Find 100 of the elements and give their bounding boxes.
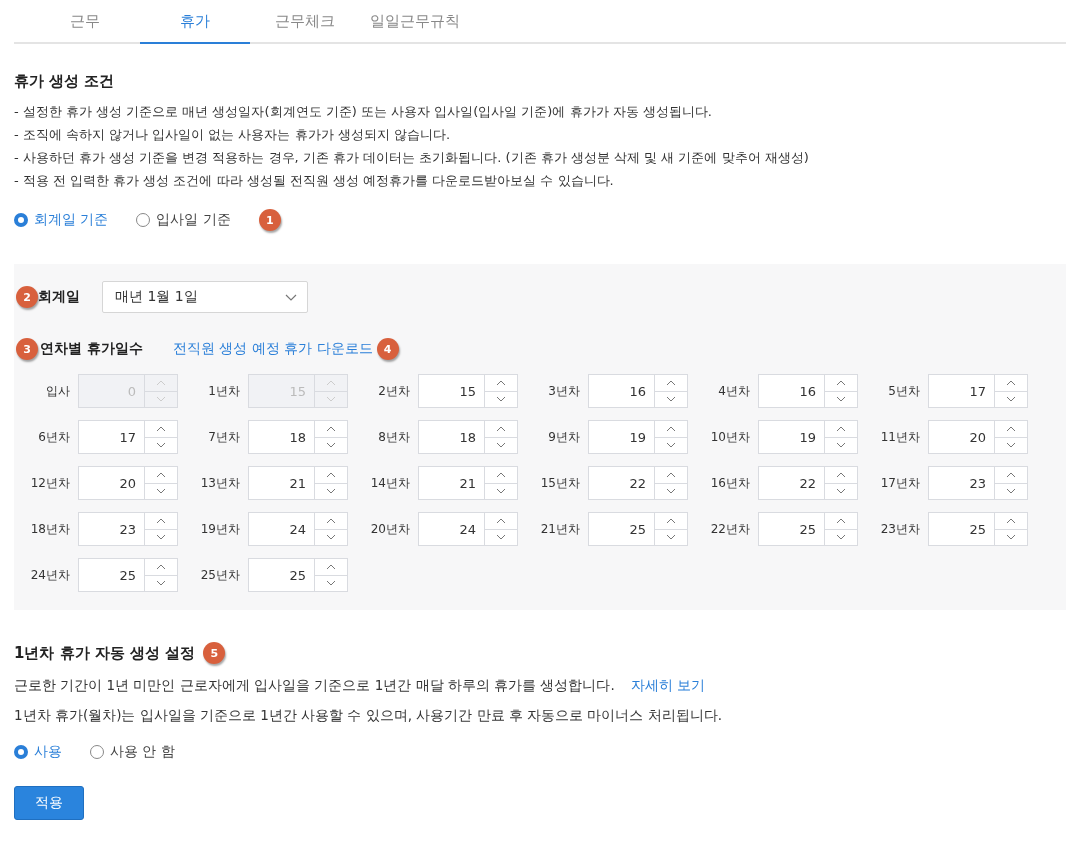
number-stepper[interactable]: 21 [248, 466, 348, 500]
year-label: 6년차 [37, 428, 71, 446]
number-stepper[interactable]: 25 [588, 512, 688, 546]
radio-option[interactable]: 사용 [14, 743, 62, 761]
radio-option[interactable]: 회계일 기준 [14, 211, 109, 229]
radio-option[interactable]: 사용 안 함 [90, 743, 175, 761]
number-stepper[interactable]: 25 [248, 558, 348, 592]
description-text: 근로한 기간이 1년 미만인 근로자에게 입사일을 기준으로 1년간 매달 하루의 휴가를 생성합니다. [14, 676, 615, 695]
chevron-down-icon [1006, 534, 1016, 541]
chevron-down-icon [156, 396, 166, 403]
year-label: 23년차 [879, 520, 921, 538]
note-text: - 설정한 휴가 생성 기준으로 매년 생성일자(회계연도 기준) 또는 사용자 입사일(입사일 기준)에 휴가가 자동 생성됩니다. [14, 103, 713, 121]
tab[interactable]: 근무 [30, 0, 140, 44]
chevron-down-icon [156, 442, 166, 449]
chevron-up-icon [326, 379, 336, 386]
radio-option[interactable]: 입사일 기준 [136, 211, 231, 229]
number-stepper[interactable]: 25 [78, 558, 178, 592]
number-stepper[interactable]: 19 [758, 420, 858, 454]
chevron-down-icon [836, 396, 846, 403]
note-text: - 조직에 속하지 않거나 입사일이 없는 사용자는 휴가가 생성되지 않습니다. [14, 126, 451, 144]
chevron-down-icon [326, 442, 336, 449]
year-label: 25년차 [199, 566, 241, 584]
chevron-down-icon [326, 534, 336, 541]
chevron-down-icon [1006, 396, 1016, 403]
description-text: 1년차 휴가(월차)는 입사일을 기준으로 1년간 사용할 수 있으며, 사용기간 만료 후 자동으로 마이너스 처리됩니다. [14, 706, 723, 725]
number-stepper[interactable]: 21 [418, 466, 518, 500]
section-title: 1년차 휴가 자동 생성 설정 [14, 643, 196, 663]
chevron-up-icon [496, 517, 506, 524]
number-badge: 5 [203, 642, 226, 664]
chevron-down-icon [326, 396, 336, 403]
number-stepper[interactable]: 24 [248, 512, 348, 546]
note-text: - 사용하던 휴가 생성 기준을 변경 적용하는 경우, 기존 휴가 데이터는 초기화됩니다. (기존 휴가 생성분 삭제 및 새 기준에 맞추어 재생성) [14, 149, 810, 167]
field-label: 회계일 [38, 288, 80, 306]
year-label: 5년차 [887, 382, 921, 400]
chevron-down-icon [836, 488, 846, 495]
chevron-down-icon [326, 580, 336, 587]
chevron-down-icon [666, 534, 676, 541]
year-label: 20년차 [369, 520, 411, 538]
number-stepper[interactable]: 23 [928, 466, 1028, 500]
number-stepper[interactable]: 22 [758, 466, 858, 500]
year-label: 10년차 [709, 428, 751, 446]
year-label: 입사 [45, 382, 71, 400]
number-stepper[interactable]: 25 [758, 512, 858, 546]
number-stepper[interactable]: 20 [928, 420, 1028, 454]
tab[interactable]: 근무체크 [250, 0, 360, 44]
chevron-up-icon [156, 379, 166, 386]
year-label: 11년차 [879, 428, 921, 446]
year-label: 24년차 [29, 566, 71, 584]
number-stepper[interactable]: 16 [588, 374, 688, 408]
number-stepper[interactable]: 16 [758, 374, 858, 408]
number-stepper[interactable]: 20 [78, 466, 178, 500]
download-link[interactable]: 전직원 생성 예정 휴가 다운로드 [172, 340, 373, 358]
number-stepper[interactable]: 15 [418, 374, 518, 408]
number-stepper[interactable]: 19 [588, 420, 688, 454]
number-stepper[interactable]: 23 [78, 512, 178, 546]
field-label: 연차별 휴가일수 [40, 340, 143, 358]
chevron-up-icon [496, 379, 506, 386]
number-stepper[interactable]: 24 [418, 512, 518, 546]
chevron-up-icon [496, 425, 506, 432]
year-label: 19년차 [199, 520, 241, 538]
number-badge: 4 [376, 338, 399, 360]
year-label: 4년차 [717, 382, 751, 400]
chevron-up-icon [836, 517, 846, 524]
chevron-down-icon [156, 534, 166, 541]
year-label: 1년차 [207, 382, 241, 400]
year-label: 7년차 [207, 428, 241, 446]
chevron-down-icon [156, 580, 166, 587]
year-label: 14년차 [369, 474, 411, 492]
section-title: 휴가 생성 조건 [14, 71, 115, 91]
chevron-up-icon [836, 379, 846, 386]
number-stepper[interactable]: 25 [928, 512, 1028, 546]
chevron-down-icon [496, 534, 506, 541]
number-stepper[interactable]: 22 [588, 466, 688, 500]
tab[interactable]: 일일근무규칙 [360, 0, 470, 44]
year-label: 12년차 [29, 474, 71, 492]
chevron-up-icon [156, 471, 166, 478]
chevron-up-icon [156, 517, 166, 524]
chevron-up-icon [836, 471, 846, 478]
chevron-down-icon [496, 488, 506, 495]
number-stepper[interactable]: 18 [248, 420, 348, 454]
chevron-up-icon [1006, 517, 1016, 524]
apply-button[interactable]: 적용 [14, 786, 84, 820]
chevron-down-icon [496, 396, 506, 403]
detail-link[interactable]: 자세히 보기 [630, 670, 706, 700]
number-stepper[interactable]: 18 [418, 420, 518, 454]
chevron-down-icon [666, 396, 676, 403]
tab[interactable]: 휴가 [140, 0, 250, 44]
number-stepper[interactable]: 17 [78, 420, 178, 454]
number-badge: 2 [16, 286, 38, 308]
year-label: 3년차 [547, 382, 581, 400]
chevron-up-icon [326, 471, 336, 478]
chevron-down-icon [666, 488, 676, 495]
number-badge: 3 [16, 338, 38, 360]
date-dropdown[interactable]: 매년 1월 1일 [102, 281, 308, 313]
number-stepper[interactable]: 17 [928, 374, 1028, 408]
year-label: 22년차 [709, 520, 751, 538]
chevron-down-icon [285, 293, 297, 301]
year-label: 21년차 [539, 520, 581, 538]
chevron-up-icon [1006, 425, 1016, 432]
chevron-down-icon [836, 442, 846, 449]
